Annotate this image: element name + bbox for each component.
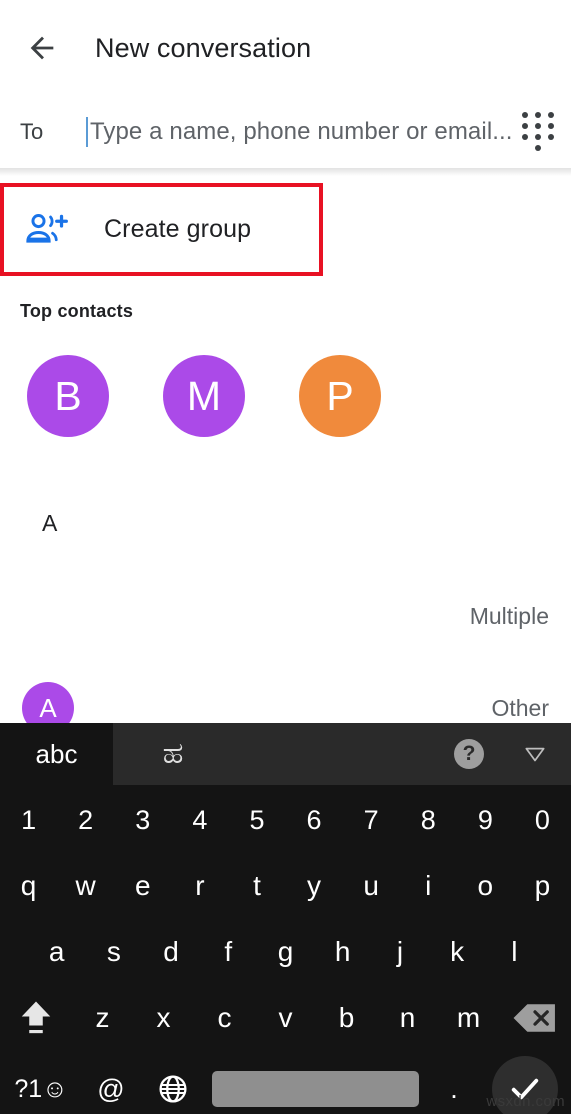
page-title: New conversation: [95, 32, 312, 63]
text-caret: [85, 117, 88, 147]
shift-key[interactable]: [0, 985, 72, 1051]
top-contact-item[interactable]: B: [0, 355, 136, 437]
key-6[interactable]: 6: [286, 787, 343, 853]
contact-meta: Other: [491, 694, 549, 721]
arrow-back-icon: [30, 36, 54, 60]
keyboard-rows: 1234567890 qwertyuiop asdfghjkl zxcvbnm …: [0, 785, 571, 1114]
keyboard-row-top: qwertyuiop: [0, 853, 571, 919]
avatar: B: [27, 355, 109, 437]
key-m[interactable]: m: [438, 985, 499, 1051]
list-item[interactable]: A Other: [0, 662, 571, 723]
key-c[interactable]: c: [194, 985, 255, 1051]
help-icon: ?: [454, 739, 484, 769]
key-3[interactable]: 3: [114, 787, 171, 853]
avatar: A: [22, 682, 74, 723]
key-s[interactable]: s: [85, 919, 142, 985]
key-0[interactable]: 0: [514, 787, 571, 853]
key-n[interactable]: n: [377, 985, 438, 1051]
keyboard-letter-keys: zxcvbnm: [72, 985, 499, 1051]
back-button[interactable]: [14, 20, 70, 76]
enter-key[interactable]: [483, 1056, 567, 1114]
create-group-row[interactable]: Create group: [0, 183, 571, 276]
space-key[interactable]: [212, 1071, 419, 1107]
language-switch-key[interactable]: [140, 1073, 206, 1105]
key-r[interactable]: r: [171, 853, 228, 919]
top-contacts-strip: B M P: [0, 354, 571, 438]
recipient-input-wrap[interactable]: Type a name, phone number or email...: [85, 96, 513, 168]
key-l[interactable]: l: [486, 919, 543, 985]
keyboard-tab-latin[interactable]: abc: [0, 723, 113, 785]
key-f[interactable]: f: [200, 919, 257, 985]
app-bar: New conversation: [0, 0, 571, 96]
key-u[interactable]: u: [343, 853, 400, 919]
period-key[interactable]: .: [425, 1074, 483, 1105]
key-w[interactable]: w: [57, 853, 114, 919]
key-4[interactable]: 4: [171, 787, 228, 853]
shift-icon: [21, 1001, 51, 1034]
to-label: To: [20, 119, 44, 144]
keyboard-row-function: ?1☺ @ .: [0, 1053, 571, 1114]
key-p[interactable]: p: [514, 853, 571, 919]
alpha-section-header: A: [42, 510, 58, 536]
key-a[interactable]: a: [28, 919, 85, 985]
key-i[interactable]: i: [400, 853, 457, 919]
avatar: M: [163, 355, 245, 437]
dialpad-icon: [521, 112, 556, 152]
avatar: P: [299, 355, 381, 437]
key-o[interactable]: o: [457, 853, 514, 919]
top-contact-item[interactable]: M: [136, 355, 272, 437]
key-2[interactable]: 2: [57, 787, 114, 853]
recipient-input-placeholder: Type a name, phone number or email...: [89, 118, 513, 145]
backspace-icon: [513, 1004, 555, 1032]
enter-key-circle: [492, 1056, 558, 1114]
key-v[interactable]: v: [255, 985, 316, 1051]
key-k[interactable]: k: [429, 919, 486, 985]
keyboard-row-bottom: zxcvbnm: [0, 985, 571, 1051]
key-g[interactable]: g: [257, 919, 314, 985]
keyboard-toolbar: abc ಹ ?: [0, 723, 571, 785]
key-7[interactable]: 7: [343, 787, 400, 853]
symbols-key[interactable]: ?1☺: [0, 1075, 82, 1104]
key-b[interactable]: b: [316, 985, 377, 1051]
keyboard-tab-script[interactable]: ಹ: [113, 723, 233, 785]
dialpad-button[interactable]: [513, 101, 565, 163]
avatar-slot: A: [0, 682, 96, 723]
help-button[interactable]: ?: [439, 723, 499, 785]
new-conversation-screen: New conversation To Type a name, phone n…: [0, 0, 571, 723]
key-t[interactable]: t: [228, 853, 285, 919]
key-q[interactable]: q: [0, 853, 57, 919]
key-y[interactable]: y: [286, 853, 343, 919]
key-x[interactable]: x: [133, 985, 194, 1051]
backspace-key[interactable]: [499, 985, 571, 1051]
keyboard-row-home: asdfghjkl: [0, 919, 571, 985]
key-d[interactable]: d: [142, 919, 199, 985]
key-5[interactable]: 5: [228, 787, 285, 853]
group-add-icon: [22, 205, 72, 255]
top-contacts-label: Top contacts: [20, 301, 134, 321]
at-key[interactable]: @: [82, 1074, 140, 1105]
key-1[interactable]: 1: [0, 787, 57, 853]
key-e[interactable]: e: [114, 853, 171, 919]
top-contact-item[interactable]: P: [272, 355, 408, 437]
key-z[interactable]: z: [72, 985, 133, 1051]
recipient-row: To Type a name, phone number or email...: [0, 96, 571, 169]
key-9[interactable]: 9: [457, 787, 514, 853]
keyboard-row-numbers: 1234567890: [0, 787, 571, 853]
create-group-label: Create group: [104, 215, 252, 243]
chevron-down-icon: [525, 747, 545, 762]
header-divider-shadow: [0, 169, 571, 176]
contact-meta: Multiple: [469, 602, 549, 629]
on-screen-keyboard: abc ಹ ? 1234567890 qwertyuiop asdfghjkl …: [0, 723, 571, 1114]
key-h[interactable]: h: [314, 919, 371, 985]
globe-icon: [159, 1075, 187, 1103]
checkmark-icon: [511, 1078, 539, 1100]
list-item[interactable]: Multiple: [0, 570, 571, 662]
collapse-keyboard-button[interactable]: [499, 723, 571, 785]
key-j[interactable]: j: [371, 919, 428, 985]
key-8[interactable]: 8: [400, 787, 457, 853]
